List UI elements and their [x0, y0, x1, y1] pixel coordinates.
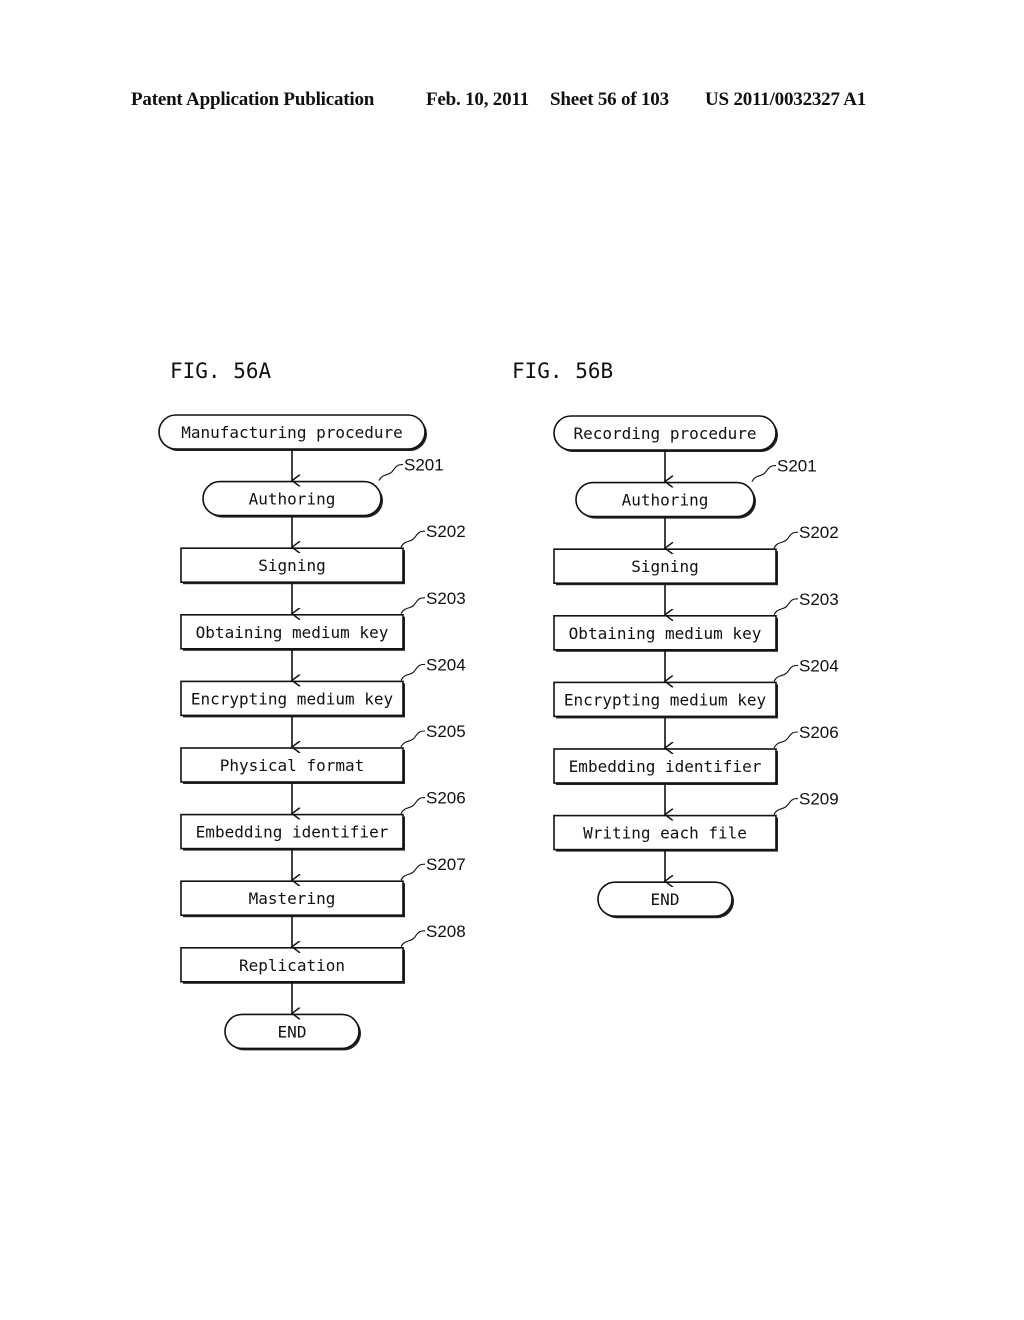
node-label: Encrypting medium key: [191, 689, 394, 708]
flow-node-end: END: [597, 881, 734, 919]
node-label: Obtaining medium key: [196, 623, 389, 642]
step-leader-line: [400, 730, 426, 748]
node-label: Embedding identifier: [569, 757, 762, 776]
step-leader-line: [773, 598, 799, 616]
flow-node-start: Recording procedure: [553, 415, 778, 452]
step-leader-line: [400, 797, 426, 814]
node-label: Manufacturing procedure: [181, 423, 403, 442]
node-label: Signing: [631, 557, 698, 576]
node-label: Embedding identifier: [196, 823, 389, 842]
flow-node-s209: Writing each file S209: [553, 790, 839, 852]
step-leader-line: [400, 597, 426, 615]
step-number: S206: [426, 789, 466, 808]
node-label: Replication: [239, 956, 345, 975]
step-leader-line: [378, 464, 404, 481]
step-number: S202: [799, 523, 839, 542]
step-leader-line: [400, 530, 426, 548]
step-leader-line: [773, 664, 799, 682]
node-label: Physical format: [220, 756, 365, 775]
node-label: END: [278, 1022, 307, 1041]
flow-node-start: Manufacturing procedure: [158, 414, 427, 451]
step-number: S203: [799, 590, 839, 609]
flow-node-end: END: [224, 1013, 361, 1051]
flow-node-s202: Signing S202: [180, 522, 466, 585]
node-label: Signing: [258, 556, 325, 575]
node-label: Writing each file: [583, 824, 747, 843]
step-leader-line: [773, 531, 799, 549]
step-number: S205: [426, 722, 466, 741]
step-number: S204: [799, 656, 839, 675]
flow-node-s201: Authoring S201: [202, 456, 444, 518]
flow-node-s203: Obtaining medium key S203: [553, 590, 839, 652]
flowchart-56b: Recording procedureAuthoringS201SigningS…: [553, 415, 839, 919]
flow-node-s208: Replication S208: [180, 922, 466, 984]
step-leader-line: [400, 863, 426, 881]
flow-node-s207: Mastering S207: [180, 855, 466, 918]
node-label: Obtaining medium key: [569, 624, 762, 643]
step-number: S206: [799, 723, 839, 742]
flow-node-s206: Embedding identifier S206: [180, 789, 466, 851]
flowchart-canvas: Manufacturing procedure Authoring S201 Sign…: [158, 414, 839, 1051]
node-label: Authoring: [622, 491, 709, 510]
flow-node-s201: Authoring S201: [575, 457, 817, 519]
flowchart-56a: Manufacturing procedure Authoring S201 Sign…: [158, 414, 466, 1051]
step-leader-line: [400, 663, 426, 681]
flow-node-s204: Encrypting medium key S204: [180, 655, 466, 718]
flow-node-s203: Obtaining medium key S203: [180, 589, 466, 651]
step-number: S202: [426, 522, 466, 541]
node-label: Encrypting medium key: [564, 690, 767, 709]
step-number: S204: [426, 655, 466, 674]
flow-node-s205: Physical format S205: [180, 722, 466, 784]
step-leader-line: [773, 731, 799, 749]
step-leader-line: [751, 465, 777, 482]
node-label: Recording procedure: [573, 424, 756, 443]
node-label: Mastering: [249, 889, 336, 908]
node-label: END: [651, 890, 680, 909]
step-leader-line: [400, 930, 426, 948]
flow-node-s204: Encrypting medium key S204: [553, 656, 839, 719]
step-number: S203: [426, 589, 466, 608]
flow-node-s206: Embedding identifier S206: [553, 723, 839, 785]
step-number: S201: [777, 457, 817, 476]
step-leader-line: [773, 798, 799, 815]
flow-node-s202: Signing S202: [553, 523, 839, 586]
step-number: S209: [799, 790, 839, 809]
node-label: Authoring: [249, 490, 336, 509]
step-number: S207: [426, 855, 466, 874]
step-number: S208: [426, 922, 466, 941]
step-number: S201: [404, 456, 444, 475]
